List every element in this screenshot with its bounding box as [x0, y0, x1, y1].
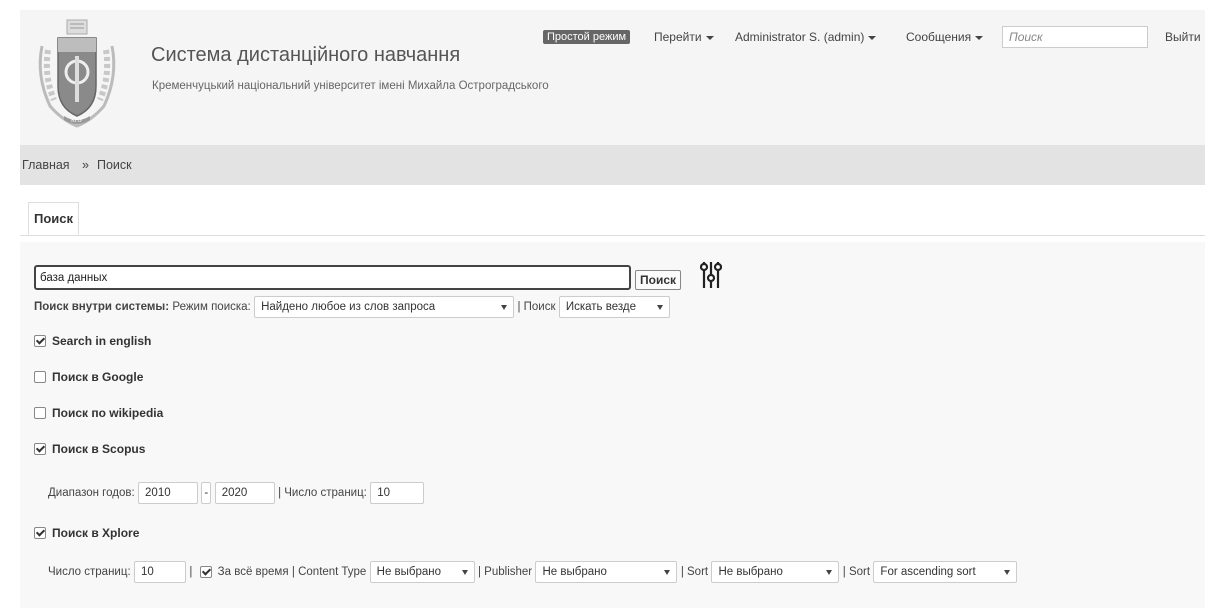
search-scope-select[interactable]: Искать везде: [558, 296, 670, 318]
content-type-value: Не выбрано: [376, 566, 442, 578]
sort2-select[interactable]: For ascending sort: [873, 561, 1018, 583]
nav-goto-menu[interactable]: Перейти: [654, 30, 714, 44]
sort2-value: For ascending sort: [880, 566, 976, 578]
simple-mode-badge[interactable]: Простой режим: [543, 30, 631, 44]
content-type-label: | Content Type: [291, 566, 367, 578]
xplore-pages-input[interactable]: 10: [133, 561, 186, 583]
year-to-input[interactable]: 2020: [214, 482, 275, 504]
english-checkbox[interactable]: [34, 334, 46, 347]
header: КНУ Система дистанційного навчання Креме…: [20, 10, 1205, 145]
dropdown-arrow-icon: [656, 305, 663, 310]
breadcrumb: Главная » Поиск: [20, 145, 1205, 185]
breadcrumb-home[interactable]: Главная: [22, 158, 70, 172]
sliders-icon[interactable]: [700, 258, 722, 290]
scopus-pages-input[interactable]: 10: [370, 482, 425, 504]
scopus-label: Поиск в Scopus: [52, 441, 146, 456]
chevron-down-icon: [868, 35, 877, 40]
years-range-label: Диапазон годов:: [48, 487, 135, 499]
publisher-select[interactable]: Не выбрано: [535, 561, 678, 583]
option-english[interactable]: Search in english: [34, 333, 151, 348]
content-type-select[interactable]: Не выбрано: [369, 561, 475, 583]
search-mode-select[interactable]: Найдено любое из слов запроса: [254, 296, 515, 318]
english-label: Search in english: [52, 333, 152, 348]
messages-menu[interactable]: Сообщения: [906, 30, 984, 44]
all-time-checkbox[interactable]: [199, 566, 212, 578]
sort2-label: | Sort: [842, 566, 871, 578]
breadcrumb-separator: »: [82, 158, 89, 172]
dropdown-arrow-icon: [461, 570, 468, 575]
svg-text:КНУ: КНУ: [71, 118, 83, 124]
option-xplore[interactable]: Поиск в Xplore: [34, 525, 139, 540]
chevron-down-icon: [705, 35, 714, 40]
site-title: Система дистанційного навчання: [151, 44, 461, 66]
search-mode-value: Найдено любое из слов запроса: [261, 301, 436, 313]
university-crest-icon: КНУ: [38, 19, 116, 128]
nav-goto-label: Перейти: [654, 30, 702, 44]
publisher-label: | Publisher: [478, 566, 533, 578]
search-scope-label: | Поиск: [517, 301, 556, 313]
user-menu[interactable]: Administrator S. (admin): [735, 30, 877, 44]
sort1-value: Не выбрано: [718, 566, 783, 578]
wikipedia-label: Поиск по wikipedia: [52, 405, 164, 420]
messages-menu-label: Сообщения: [906, 30, 972, 44]
sort1-label: | Sort: [680, 566, 709, 578]
publisher-value: Не выбрано: [542, 566, 607, 578]
page: КНУ Система дистанційного навчання Креме…: [20, 10, 1205, 608]
google-checkbox[interactable]: [34, 370, 46, 383]
dropdown-arrow-icon: [664, 570, 671, 575]
all-time-label: За всё время: [217, 566, 289, 578]
tab-search[interactable]: Поиск: [28, 202, 80, 235]
xplore-checkbox[interactable]: [34, 526, 46, 539]
xplore-label: Поиск в Xplore: [52, 525, 140, 540]
year-dash: -: [201, 482, 212, 504]
site-subtitle: Кременчуцький національний університет і…: [152, 80, 549, 92]
dropdown-arrow-icon: [1004, 570, 1011, 575]
user-menu-label: Administrator S. (admin): [735, 30, 865, 44]
search-mode-label: Режим поиска:: [172, 301, 251, 313]
option-scopus[interactable]: Поиск в Scopus: [34, 441, 145, 456]
xplore-settings-row: Число страниц: 10 | За всё время | Conte…: [48, 561, 1018, 583]
search-button[interactable]: Поиск: [635, 270, 682, 290]
search-query-input[interactable]: [34, 265, 631, 290]
year-from-input[interactable]: 2010: [138, 482, 199, 504]
scopus-pages-label: | Число страниц:: [278, 487, 367, 499]
dropdown-arrow-icon: [826, 570, 833, 575]
breadcrumb-current: Поиск: [97, 158, 132, 172]
sort1-select[interactable]: Не выбрано: [711, 561, 840, 583]
option-google[interactable]: Поиск в Google: [34, 369, 143, 384]
logout-link[interactable]: Выйти: [1165, 30, 1201, 44]
chevron-down-icon: [975, 35, 984, 40]
search-panel: Поиск Поиск внутри системы: Режим поиска…: [20, 242, 1205, 608]
internal-search-label: Поиск внутри системы:: [34, 301, 170, 313]
header-search-input[interactable]: [1002, 26, 1148, 48]
scopus-checkbox[interactable]: [34, 442, 46, 455]
option-wikipedia[interactable]: Поиск по wikipedia: [34, 405, 163, 420]
xplore-pages-label: Число страниц:: [48, 566, 131, 578]
dropdown-arrow-icon: [501, 305, 508, 310]
search-scope-value: Искать везде: [565, 301, 636, 313]
tab-bar: Поиск: [20, 202, 1205, 236]
internal-search-row: Поиск внутри системы: Режим поиска: Найд…: [34, 296, 670, 318]
xplore-separator: |: [189, 566, 193, 578]
scopus-settings-row: Диапазон годов: 2010 - 2020 | Число стра…: [48, 482, 425, 504]
wikipedia-checkbox[interactable]: [34, 406, 46, 419]
google-label: Поиск в Google: [52, 369, 144, 384]
